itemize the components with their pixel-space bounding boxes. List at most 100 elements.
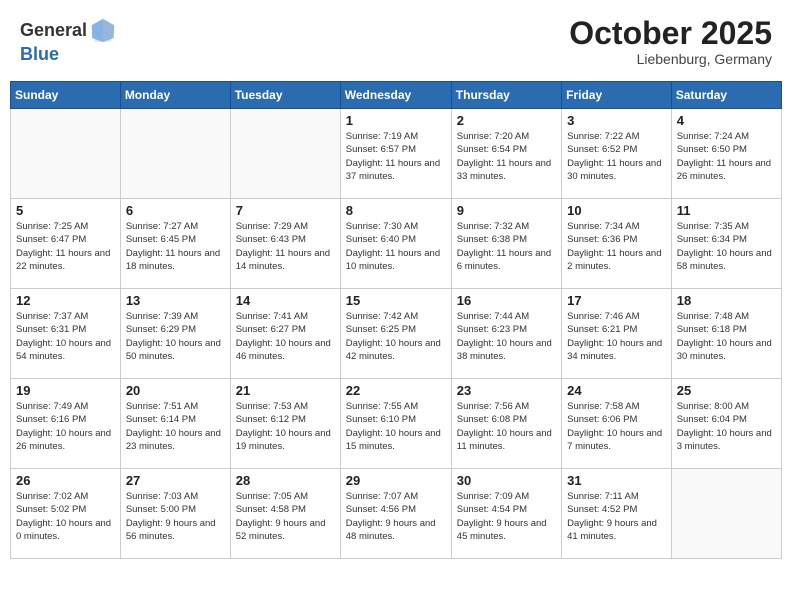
day-info: Sunrise: 7:30 AM Sunset: 6:40 PM Dayligh…	[346, 220, 446, 273]
day-info: Sunrise: 7:02 AM Sunset: 5:02 PM Dayligh…	[16, 490, 115, 543]
day-info: Sunrise: 7:55 AM Sunset: 6:10 PM Dayligh…	[346, 400, 446, 453]
day-info: Sunrise: 7:03 AM Sunset: 5:00 PM Dayligh…	[126, 490, 225, 543]
day-cell: 23Sunrise: 7:56 AM Sunset: 6:08 PM Dayli…	[451, 379, 561, 469]
day-cell: 6 Sunrise: 7:27 AM Sunset: 6:45 PM Daylig…	[120, 199, 230, 289]
header-monday: Monday	[120, 82, 230, 109]
header-friday: Friday	[562, 82, 672, 109]
week-row-3: 19 Sunrise: 7:49 AM Sunset: 6:16 PM Dayli…	[11, 379, 782, 469]
day-cell: 12 Sunrise: 7:37 AM Sunset: 6:31 PM Dayli…	[11, 289, 121, 379]
week-row-1: 5Sunrise: 7:25 AM Sunset: 6:47 PM Daylig…	[11, 199, 782, 289]
day-info: Sunrise: 7:44 AM Sunset: 6:23 PM Dayligh…	[457, 310, 556, 363]
day-cell: 9 Sunrise: 7:32 AM Sunset: 6:38 PM Daylig…	[451, 199, 561, 289]
header-wednesday: Wednesday	[340, 82, 451, 109]
calendar-table: SundayMondayTuesdayWednesdayThursdayFrid…	[10, 81, 782, 559]
calendar-location: Liebenburg, Germany	[569, 51, 772, 67]
day-cell: 13 Sunrise: 7:39 AM Sunset: 6:29 PM Dayli…	[120, 289, 230, 379]
page-header: General Blue October 2025 Liebenburg, Ge…	[10, 10, 782, 73]
day-cell	[671, 469, 781, 559]
day-cell: 31 Sunrise: 7:11 AM Sunset: 4:52 PM Dayli…	[562, 469, 672, 559]
logo: General Blue	[20, 16, 117, 65]
day-info: Sunrise: 7:24 AM Sunset: 6:50 PM Dayligh…	[677, 130, 776, 183]
day-number: 25	[677, 383, 776, 398]
day-cell: 17Sunrise: 7:46 AM Sunset: 6:21 PM Dayli…	[562, 289, 672, 379]
day-info: Sunrise: 8:00 AM Sunset: 6:04 PM Dayligh…	[677, 400, 776, 453]
day-cell: 1Sunrise: 7:19 AM Sunset: 6:57 PM Daylig…	[340, 109, 451, 199]
day-number: 15	[346, 293, 446, 308]
day-number: 10	[567, 203, 666, 218]
day-cell: 19 Sunrise: 7:49 AM Sunset: 6:16 PM Dayli…	[11, 379, 121, 469]
day-cell	[11, 109, 121, 199]
day-info: Sunrise: 7:22 AM Sunset: 6:52 PM Dayligh…	[567, 130, 666, 183]
day-info: Sunrise: 7:39 AM Sunset: 6:29 PM Dayligh…	[126, 310, 225, 363]
day-cell: 8 Sunrise: 7:30 AM Sunset: 6:40 PM Daylig…	[340, 199, 451, 289]
day-cell: 16Sunrise: 7:44 AM Sunset: 6:23 PM Dayli…	[451, 289, 561, 379]
day-number: 14	[236, 293, 335, 308]
day-number: 4	[677, 113, 776, 128]
day-cell: 7Sunrise: 7:29 AM Sunset: 6:43 PM Daylig…	[230, 199, 340, 289]
day-number: 31	[567, 473, 666, 488]
day-cell: 15 Sunrise: 7:42 AM Sunset: 6:25 PM Dayli…	[340, 289, 451, 379]
header-saturday: Saturday	[671, 82, 781, 109]
day-info: Sunrise: 7:51 AM Sunset: 6:14 PM Dayligh…	[126, 400, 225, 453]
day-cell: 26Sunrise: 7:02 AM Sunset: 5:02 PM Dayli…	[11, 469, 121, 559]
day-number: 19	[16, 383, 115, 398]
day-number: 11	[677, 203, 776, 218]
title-block: October 2025 Liebenburg, Germany	[569, 16, 772, 67]
day-cell: 5Sunrise: 7:25 AM Sunset: 6:47 PM Daylig…	[11, 199, 121, 289]
day-cell: 24 Sunrise: 7:58 AM Sunset: 6:06 PM Dayli…	[562, 379, 672, 469]
day-info: Sunrise: 7:53 AM Sunset: 6:12 PM Dayligh…	[236, 400, 335, 453]
day-info: Sunrise: 7:49 AM Sunset: 6:16 PM Dayligh…	[16, 400, 115, 453]
day-number: 24	[567, 383, 666, 398]
day-number: 29	[346, 473, 446, 488]
day-number: 18	[677, 293, 776, 308]
day-cell: 18 Sunrise: 7:48 AM Sunset: 6:18 PM Dayli…	[671, 289, 781, 379]
day-info: Sunrise: 7:37 AM Sunset: 6:31 PM Dayligh…	[16, 310, 115, 363]
day-cell: 2 Sunrise: 7:20 AM Sunset: 6:54 PM Daylig…	[451, 109, 561, 199]
logo-icon	[89, 16, 117, 44]
day-info: Sunrise: 7:35 AM Sunset: 6:34 PM Dayligh…	[677, 220, 776, 273]
day-info: Sunrise: 7:29 AM Sunset: 6:43 PM Dayligh…	[236, 220, 335, 273]
day-info: Sunrise: 7:41 AM Sunset: 6:27 PM Dayligh…	[236, 310, 335, 363]
day-number: 6	[126, 203, 225, 218]
day-number: 3	[567, 113, 666, 128]
day-number: 30	[457, 473, 556, 488]
header-tuesday: Tuesday	[230, 82, 340, 109]
day-info: Sunrise: 7:11 AM Sunset: 4:52 PM Dayligh…	[567, 490, 666, 543]
day-number: 8	[346, 203, 446, 218]
logo-blue: Blue	[20, 44, 59, 65]
day-cell: 27 Sunrise: 7:03 AM Sunset: 5:00 PM Dayli…	[120, 469, 230, 559]
day-info: Sunrise: 7:32 AM Sunset: 6:38 PM Dayligh…	[457, 220, 556, 273]
week-row-4: 26Sunrise: 7:02 AM Sunset: 5:02 PM Dayli…	[11, 469, 782, 559]
logo-general: General	[20, 20, 87, 41]
day-number: 13	[126, 293, 225, 308]
calendar-title: October 2025	[569, 16, 772, 51]
day-cell: 10 Sunrise: 7:34 AM Sunset: 6:36 PM Dayli…	[562, 199, 672, 289]
day-cell: 14 Sunrise: 7:41 AM Sunset: 6:27 PM Dayli…	[230, 289, 340, 379]
day-number: 27	[126, 473, 225, 488]
day-info: Sunrise: 7:20 AM Sunset: 6:54 PM Dayligh…	[457, 130, 556, 183]
day-info: Sunrise: 7:27 AM Sunset: 6:45 PM Dayligh…	[126, 220, 225, 273]
day-number: 17	[567, 293, 666, 308]
day-number: 20	[126, 383, 225, 398]
day-cell: 20 Sunrise: 7:51 AM Sunset: 6:14 PM Dayli…	[120, 379, 230, 469]
day-number: 21	[236, 383, 335, 398]
week-row-2: 12 Sunrise: 7:37 AM Sunset: 6:31 PM Dayli…	[11, 289, 782, 379]
day-cell: 11 Sunrise: 7:35 AM Sunset: 6:34 PM Dayli…	[671, 199, 781, 289]
day-cell: 3 Sunrise: 7:22 AM Sunset: 6:52 PM Daylig…	[562, 109, 672, 199]
day-info: Sunrise: 7:07 AM Sunset: 4:56 PM Dayligh…	[346, 490, 446, 543]
day-number: 5	[16, 203, 115, 218]
day-info: Sunrise: 7:42 AM Sunset: 6:25 PM Dayligh…	[346, 310, 446, 363]
day-info: Sunrise: 7:48 AM Sunset: 6:18 PM Dayligh…	[677, 310, 776, 363]
day-info: Sunrise: 7:19 AM Sunset: 6:57 PM Dayligh…	[346, 130, 446, 183]
day-info: Sunrise: 7:34 AM Sunset: 6:36 PM Dayligh…	[567, 220, 666, 273]
header-sunday: Sunday	[11, 82, 121, 109]
day-info: Sunrise: 7:56 AM Sunset: 6:08 PM Dayligh…	[457, 400, 556, 453]
day-number: 2	[457, 113, 556, 128]
day-number: 9	[457, 203, 556, 218]
day-info: Sunrise: 7:58 AM Sunset: 6:06 PM Dayligh…	[567, 400, 666, 453]
day-cell: 4 Sunrise: 7:24 AM Sunset: 6:50 PM Daylig…	[671, 109, 781, 199]
day-cell: 28Sunrise: 7:05 AM Sunset: 4:58 PM Dayli…	[230, 469, 340, 559]
calendar-header-row: SundayMondayTuesdayWednesdayThursdayFrid…	[11, 82, 782, 109]
day-number: 12	[16, 293, 115, 308]
day-number: 28	[236, 473, 335, 488]
